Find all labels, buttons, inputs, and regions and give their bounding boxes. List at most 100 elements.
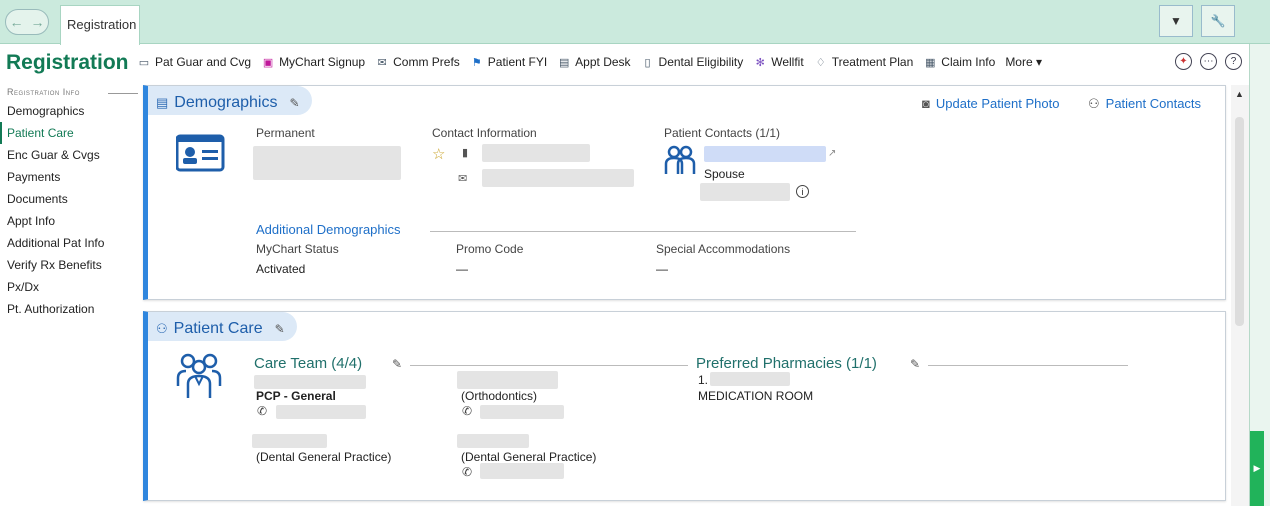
info-icon[interactable]: i [796, 185, 809, 198]
history-navigation[interactable]: ← → [5, 9, 49, 35]
demographics-header[interactable]: ▤ Demographics ✎ [148, 86, 312, 115]
additional-demographics-link[interactable]: Additional Demographics [256, 222, 401, 237]
dentist-1-name-redacted[interactable] [252, 434, 327, 448]
edit-care-team-icon[interactable]: ✎ [392, 357, 402, 371]
patient-care-header[interactable]: ⚇ Patient Care ✎ [148, 312, 297, 341]
people-icon: ⚇ [1088, 96, 1100, 111]
help-icon[interactable]: ? [1225, 53, 1242, 70]
edit-pharmacies-icon[interactable]: ✎ [910, 357, 920, 371]
star-icon: ☆ [432, 146, 446, 163]
wrench-icon: 🔧 [1210, 14, 1226, 28]
care-team-small-icon: ⚇ [156, 321, 168, 336]
special-accommodations-value: — [656, 262, 668, 276]
scroll-thumb[interactable] [1235, 117, 1244, 326]
id-card-icon [176, 134, 225, 172]
tab-registration[interactable]: Registration [60, 5, 140, 45]
patient-care-panel: ⚇ Patient Care ✎ Care Team (4/4) ✎ PCP -… [143, 311, 1226, 501]
top-bar: ← → Registration ▼ 🔧 [0, 0, 1270, 45]
sidebar-divider [108, 93, 138, 94]
orthodontist-name-redacted[interactable] [457, 371, 558, 389]
contact-information-label: Contact Information [432, 126, 537, 140]
sidebar-item-documents[interactable]: Documents [0, 188, 138, 210]
promo-code-label: Promo Code [456, 242, 524, 256]
pharmacy-index: 1. [698, 373, 709, 387]
pcp-name-redacted[interactable] [254, 375, 366, 389]
additional-demographics-divider [430, 231, 856, 232]
email-icon: ✉ [458, 173, 468, 185]
open-contact-icon[interactable]: ↗ [828, 148, 836, 159]
email-redacted [482, 169, 634, 187]
contact-name-redacted[interactable] [704, 146, 826, 162]
sidebar-section-label: Registration Info [7, 87, 80, 97]
dental-role-1: (Dental General Practice) [256, 450, 392, 464]
contact-phone-redacted [700, 183, 790, 201]
pharmacy-room: MEDICATION ROOM [698, 389, 814, 403]
more-options-icon[interactable]: ⋯ [1200, 53, 1217, 70]
more-menu-button[interactable]: More ▾ [1005, 55, 1042, 69]
sidebar-item-appt-info[interactable]: Appt Info [0, 210, 138, 232]
mychart-status-value: Activated [256, 262, 306, 276]
right-sidebar-collapsed: ▶ [1249, 44, 1270, 506]
mychart-status-label: MyChart Status [256, 242, 339, 256]
sidebar-nav: Demographics Patient Care Enc Guar & Cvg… [0, 100, 138, 320]
patient-contacts-link[interactable]: ⚇ Patient Contacts [1088, 96, 1201, 112]
comm-prefs-button[interactable]: ✉ Comm Prefs [375, 55, 460, 69]
sidebar-item-demographics[interactable]: Demographics [0, 100, 138, 122]
vertical-scrollbar[interactable]: ▲ [1231, 85, 1249, 506]
envelope-icon: ✉ [377, 56, 387, 69]
wellfit-button[interactable]: ✻ Wellfit [753, 55, 804, 69]
tools-button[interactable]: 🔧 [1201, 5, 1235, 37]
dna-icon: ✻ [755, 56, 765, 69]
preferred-pharmacies-title[interactable]: Preferred Pharmacies (1/1) [696, 355, 877, 372]
orthodontics-role: (Orthodontics) [461, 389, 538, 403]
patient-fyi-button[interactable]: ⚑ Patient FYI [470, 55, 547, 69]
sidebar-item-patient-care[interactable]: Patient Care [0, 122, 138, 144]
pcp-phone-redacted [276, 405, 366, 419]
sidebar-item-px-dx[interactable]: Px/Dx [0, 276, 138, 298]
tooth-icon: ♢ [815, 56, 826, 69]
demographics-panel: ▤ Demographics ✎ ◙ Update Patient Photo ⚇… [143, 85, 1226, 300]
pharmacy-name-redacted[interactable] [710, 372, 790, 386]
forward-arrow-icon[interactable]: → [31, 14, 45, 30]
treatment-plan-button[interactable]: ♢ Treatment Plan [814, 55, 914, 69]
dentist-2-name-redacted[interactable] [457, 434, 529, 448]
sidebar-item-verify-rx[interactable]: Verify Rx Benefits [0, 254, 138, 276]
utility-icons: ✦ ⋯ ? [1175, 53, 1250, 70]
scroll-up-icon[interactable]: ▲ [1235, 89, 1244, 99]
pat-guar-cvg-button[interactable]: ▭ Pat Guar and Cvg [137, 55, 251, 69]
desk-icon: ▤ [558, 56, 570, 69]
expand-sidebar-handle[interactable]: ▶ [1250, 431, 1264, 506]
appt-desk-button[interactable]: ▤ Appt Desk [557, 55, 631, 69]
claim-info-button[interactable]: ▦ Claim Info [923, 55, 995, 69]
dental-eligibility-button[interactable]: ▯ Dental Eligibility [641, 55, 744, 69]
promo-code-value: — [456, 262, 468, 276]
orthodontist-phone-redacted [480, 405, 564, 419]
chevron-down-icon: ▼ [1170, 14, 1182, 28]
dentist-2-phone-redacted [480, 463, 564, 479]
sidebar-item-pt-authorization[interactable]: Pt. Authorization [0, 298, 138, 320]
menu-dropdown-button[interactable]: ▼ [1159, 5, 1193, 37]
sidebar-item-additional-pat-info[interactable]: Additional Pat Info [0, 232, 138, 254]
care-team-icon [176, 353, 222, 398]
phone-icon: ✆ [462, 465, 473, 479]
chevron-right-icon: ▶ [1253, 463, 1261, 473]
edit-pencil-icon[interactable]: ✎ [289, 96, 299, 110]
dental-role-2: (Dental General Practice) [461, 450, 597, 464]
compass-icon[interactable]: ✦ [1175, 53, 1192, 70]
phone-icon: ✆ [462, 404, 473, 418]
monitor-icon: ▣ [262, 56, 274, 69]
back-arrow-icon[interactable]: ← [10, 14, 24, 30]
sidebar-item-payments[interactable]: Payments [0, 166, 138, 188]
care-team-title[interactable]: Care Team (4/4) [254, 355, 362, 372]
contact-relation: Spouse [704, 167, 745, 181]
card-icon: ▭ [138, 56, 150, 69]
demographics-title: Demographics [174, 94, 278, 111]
claim-icon: ▦ [925, 56, 936, 69]
special-accommodations-label: Special Accommodations [656, 242, 791, 256]
pcp-role: PCP - General [256, 389, 336, 403]
sidebar-item-enc-guar[interactable]: Enc Guar & Cvgs [0, 144, 138, 166]
camera-icon: ◙ [922, 96, 930, 111]
mychart-signup-button[interactable]: ▣ MyChart Signup [261, 55, 365, 69]
update-patient-photo-link[interactable]: ◙ Update Patient Photo [922, 96, 1059, 111]
edit-pencil-icon[interactable]: ✎ [275, 322, 285, 336]
